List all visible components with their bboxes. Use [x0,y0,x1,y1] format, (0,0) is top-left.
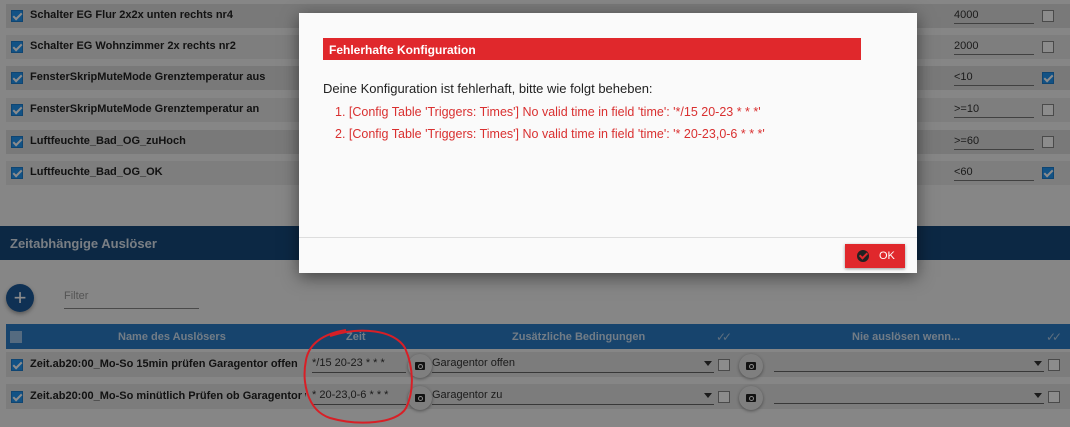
annotation-circle [303,329,413,424]
